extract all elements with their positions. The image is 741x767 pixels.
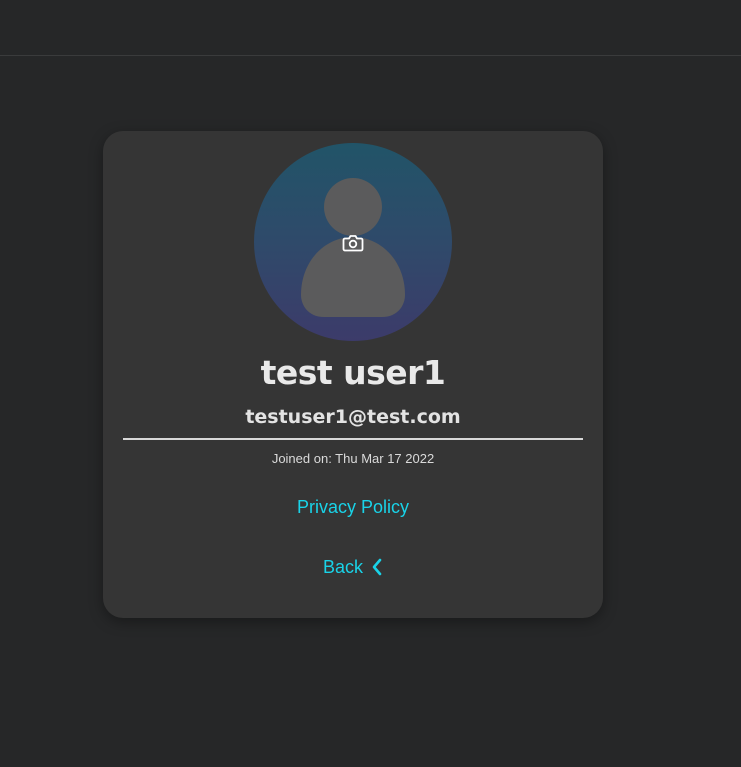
camera-icon[interactable] — [341, 231, 365, 255]
back-button[interactable]: Back — [103, 557, 603, 578]
joined-date: Joined on: Thu Mar 17 2022 — [271, 451, 435, 466]
profile-avatar[interactable] — [254, 143, 452, 341]
profile-name: test user1 — [260, 353, 446, 392]
privacy-policy-label: Privacy Policy — [296, 497, 410, 517]
privacy-policy-link[interactable]: Privacy Policy — [103, 497, 603, 518]
profile-card: test user1 testuser1@test.com Joined on:… — [103, 131, 603, 618]
divider — [123, 438, 583, 440]
profile-email: testuser1@test.com — [245, 406, 461, 428]
top-bar — [0, 0, 741, 56]
chevron-left-icon — [372, 558, 382, 576]
back-label: Back — [322, 557, 364, 577]
